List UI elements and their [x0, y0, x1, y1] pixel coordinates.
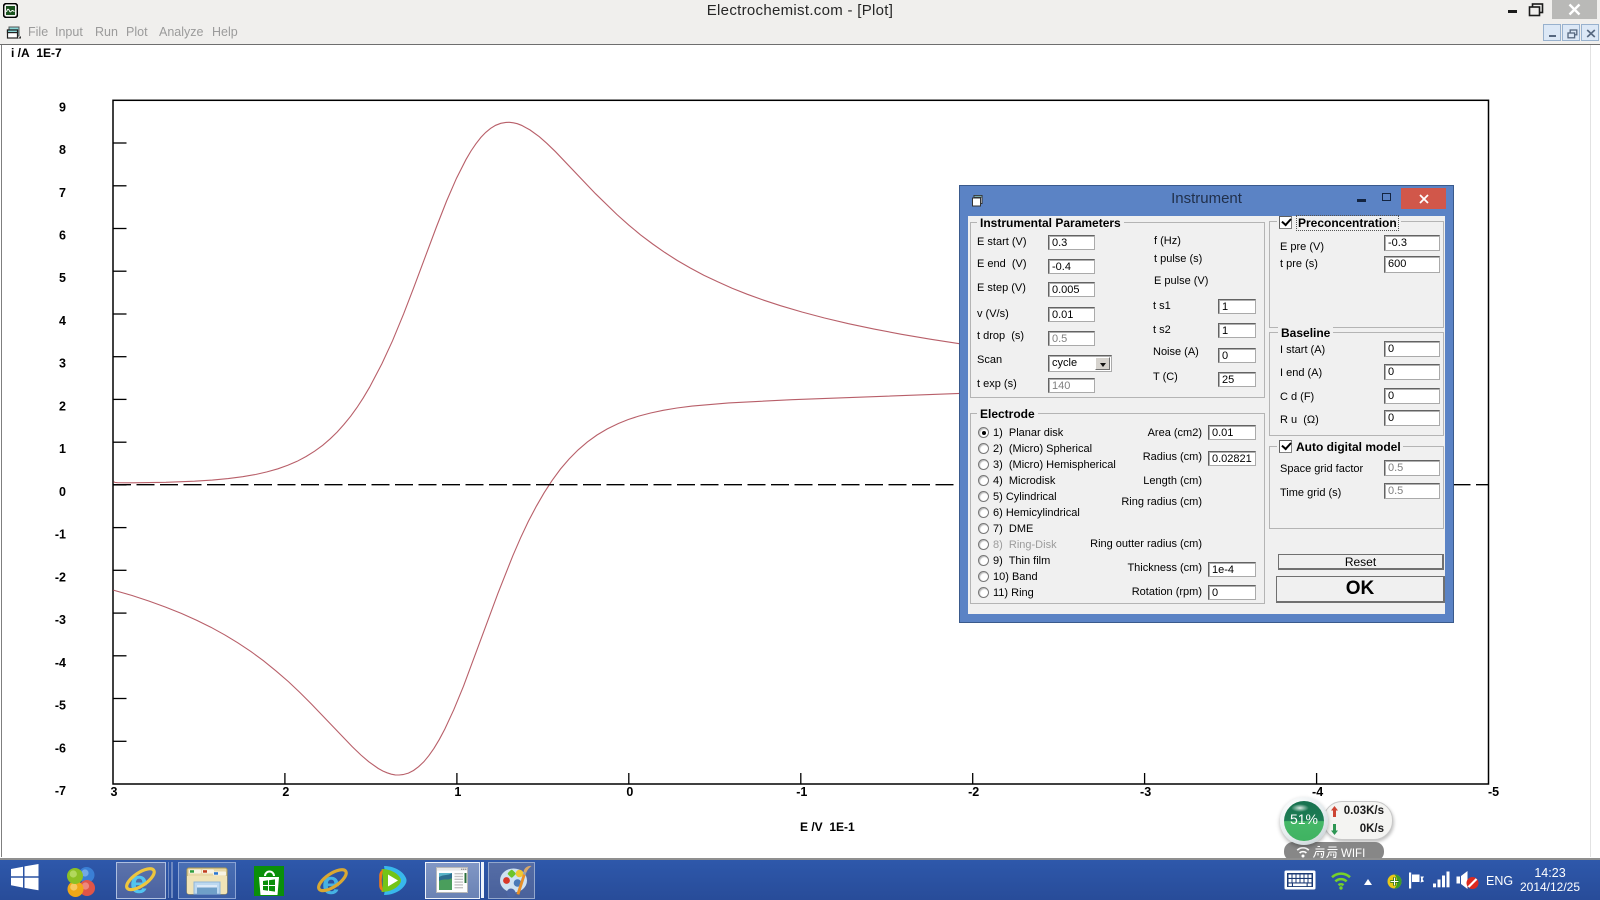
- svg-text:1: 1: [59, 442, 66, 456]
- svg-text:-7: -7: [55, 784, 66, 798]
- svg-text:-5: -5: [1488, 785, 1499, 799]
- svg-text:0: 0: [59, 485, 66, 499]
- svg-text:-6: -6: [55, 741, 66, 755]
- svg-text:-3: -3: [55, 613, 66, 627]
- svg-text:2: 2: [59, 399, 66, 413]
- svg-text:-4: -4: [55, 656, 66, 670]
- svg-text:-1: -1: [55, 528, 66, 542]
- svg-text:2: 2: [282, 785, 289, 799]
- svg-text:9: 9: [59, 100, 66, 114]
- svg-text:-3: -3: [1140, 785, 1151, 799]
- svg-text:0: 0: [626, 785, 633, 799]
- svg-text:4: 4: [59, 314, 66, 328]
- svg-text:3: 3: [59, 357, 66, 371]
- svg-text:6: 6: [59, 229, 66, 243]
- svg-text:8: 8: [59, 143, 66, 157]
- svg-text:-2: -2: [55, 570, 66, 584]
- svg-text:5: 5: [59, 271, 66, 285]
- svg-text:7: 7: [59, 186, 66, 200]
- svg-text:-2: -2: [968, 785, 979, 799]
- svg-text:-4: -4: [1312, 785, 1323, 799]
- svg-text:-5: -5: [55, 699, 66, 713]
- svg-text:-1: -1: [796, 785, 807, 799]
- svg-text:1: 1: [454, 785, 461, 799]
- svg-text:3: 3: [111, 785, 118, 799]
